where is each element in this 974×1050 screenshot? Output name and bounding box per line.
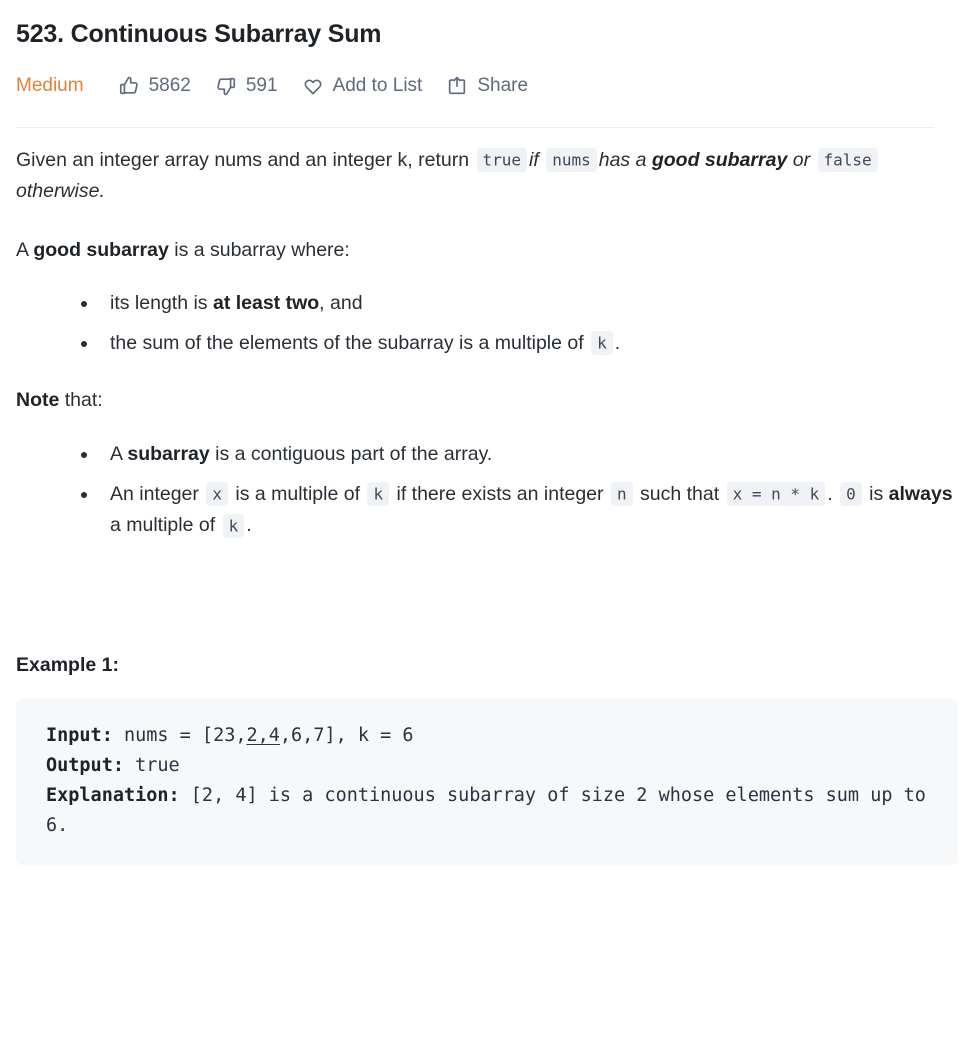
p3-text-1: that:	[59, 389, 103, 412]
l2i2-text-5: .	[827, 482, 839, 505]
l2i1-text-2: is a contiguous part of the array.	[209, 442, 493, 465]
p2-text-2: is a subarray where:	[168, 238, 350, 261]
p2-text-1: A	[16, 238, 34, 261]
heart-icon	[302, 75, 324, 97]
thumbs-up-icon	[118, 75, 140, 97]
share-button[interactable]: Share	[446, 75, 528, 97]
inline-code-x-equals-n-times-k: x = n * k	[726, 482, 826, 507]
example-code-block: Input: nums = [23,2,4,6,7], k = 6 Output…	[16, 698, 958, 865]
inline-code-false: false	[817, 148, 878, 172]
l1i1-text-1: its length is	[110, 292, 213, 315]
l2i2-text-7: a multiple of	[110, 514, 221, 537]
inline-code-nums: nums	[546, 148, 597, 172]
list-item: the sum of the elements of the subarray …	[16, 328, 958, 360]
p1-text-1: Given an integer array nums and an integ…	[16, 148, 475, 171]
dislike-button[interactable]: 591	[215, 75, 278, 97]
l2i2-text-1: An integer	[110, 482, 205, 505]
example-explanation-label: Explanation:	[46, 784, 180, 806]
add-to-list-label: Add to List	[332, 75, 423, 96]
example-input-post: ,6,7], k = 6	[279, 724, 414, 746]
description-paragraph-3: Note that:	[16, 385, 958, 417]
share-icon	[446, 75, 468, 97]
inline-code-k: k	[222, 513, 245, 538]
like-count: 5862	[148, 75, 191, 96]
l2i2-text-8: .	[246, 514, 252, 537]
l1i1-bold: at least two	[212, 292, 320, 315]
example-heading: Example 1:	[16, 653, 119, 676]
problem-page: 523. Continuous Subarray Sum Medium 5862…	[0, 0, 974, 865]
description-paragraph-2: A good subarray is a subarray where:	[16, 235, 958, 267]
l1i1-text-2: , and	[319, 292, 363, 315]
good-subarray-conditions-list: its length is at least two, and the sum …	[16, 288, 958, 359]
example-output-value: true	[123, 754, 180, 776]
dislike-count: 591	[245, 75, 278, 96]
l1i2-text-2: .	[614, 331, 621, 354]
inline-code-zero: 0	[840, 482, 862, 507]
add-to-list-button[interactable]: Add to List	[302, 75, 423, 97]
list-item: its length is at least two, and	[16, 288, 958, 320]
inline-code-k: k	[591, 331, 613, 356]
like-button[interactable]: 5862	[118, 75, 191, 97]
problem-meta-row: Medium 5862 591 Add to List Share	[16, 71, 958, 101]
note-list: A subarray is a contiguous part of the a…	[16, 439, 958, 542]
difficulty-badge[interactable]: Medium	[16, 76, 84, 95]
l2i1-bold: subarray	[127, 442, 210, 465]
problem-description: Given an integer array nums and an integ…	[16, 128, 958, 865]
example-input-pre: nums = [23,	[112, 724, 247, 746]
p2-bold-good-subarray: good subarray	[33, 238, 169, 261]
p1-text-4: or	[787, 148, 816, 171]
l2i2-text-3: if there exists an integer	[391, 482, 609, 505]
inline-code-true: true	[476, 148, 528, 172]
example-explanation-value: [2, 4] is a continuous subarray of size …	[46, 784, 938, 836]
thumbs-down-icon	[215, 75, 237, 97]
l2i2-text-4: such that	[634, 482, 725, 505]
inline-code-x: x	[206, 482, 228, 507]
example-input-selected: 2,4	[246, 724, 280, 746]
l2i2-bold-always: always	[888, 482, 953, 505]
p1-text-3: has a	[598, 148, 652, 171]
p1-text-5: otherwise.	[16, 180, 105, 203]
description-paragraph-1: Given an integer array nums and an integ…	[16, 145, 958, 208]
l2i2-text-2: is a multiple of	[229, 482, 366, 505]
p1-text-2: if	[529, 148, 539, 171]
example-output-label: Output:	[46, 754, 124, 776]
l1i2-text-1: the sum of the elements of the subarray …	[110, 331, 590, 354]
example-input-label: Input:	[46, 724, 113, 746]
page-title: 523. Continuous Subarray Sum	[16, 20, 382, 48]
share-label: Share	[477, 75, 529, 96]
inline-code-n: n	[610, 482, 633, 507]
l2i2-text-6: is	[863, 482, 889, 505]
p1-bold-good-subarray: good subarray	[651, 148, 788, 171]
l2i1-text-1: A	[110, 442, 128, 465]
list-item: A subarray is a contiguous part of the a…	[16, 439, 958, 471]
p3-bold-note: Note	[16, 389, 60, 412]
inline-code-k: k	[367, 482, 390, 507]
list-item: An integer x is a multiple of k if there…	[16, 479, 958, 542]
